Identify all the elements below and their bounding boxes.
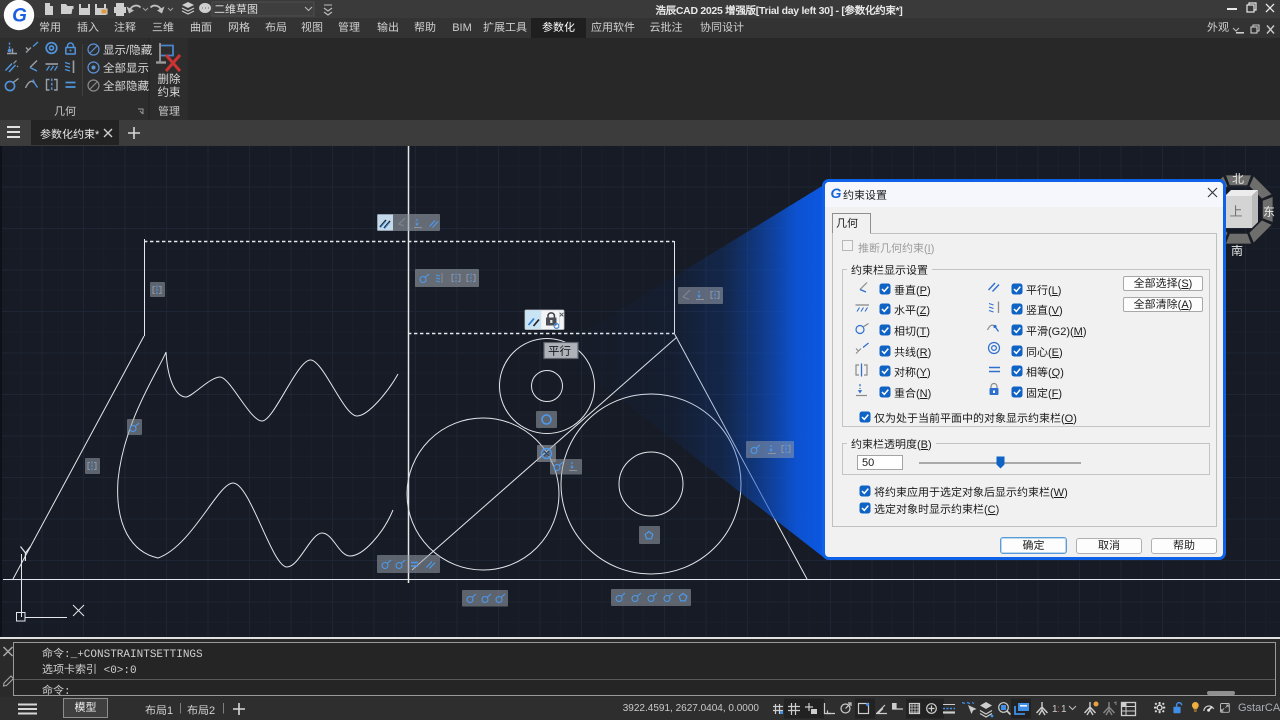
- svg-text:东: 东: [1263, 203, 1275, 220]
- svg-text:G: G: [12, 6, 27, 27]
- svg-text:南: 南: [1231, 242, 1243, 259]
- svg-text:上: 上: [1229, 201, 1242, 220]
- svg-text::: :: [1057, 704, 1060, 715]
- svg-text:1: 1: [1061, 704, 1067, 715]
- svg-text:二维草图: 二维草图: [214, 1, 258, 17]
- svg-text:北: 北: [1232, 170, 1244, 187]
- svg-text:G: G: [831, 185, 842, 200]
- svg-text:平行: 平行: [548, 343, 571, 359]
